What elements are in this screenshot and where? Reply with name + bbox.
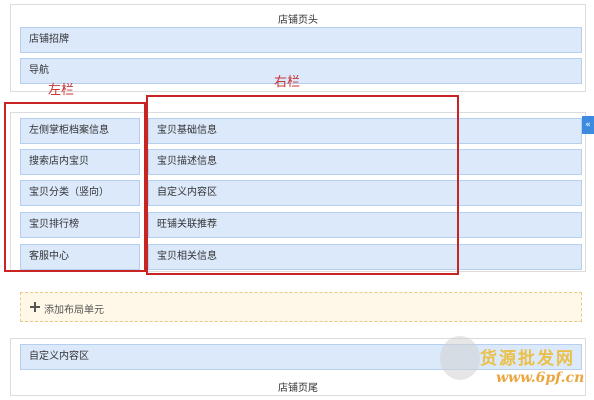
watermark-logo-icon <box>440 336 480 380</box>
watermark-text: 货源批发网 <box>480 349 575 369</box>
shop-signboard-block[interactable]: 店铺招牌 <box>20 27 582 53</box>
right-column-highlight <box>146 95 459 275</box>
navigation-block[interactable]: 导航 <box>20 58 582 84</box>
left-column-annotation: 左栏 <box>48 83 75 98</box>
add-layout-unit-label: 添加布局单元 <box>44 305 104 316</box>
right-column-annotation: 右栏 <box>274 75 301 90</box>
add-layout-unit-button[interactable] <box>20 292 582 322</box>
plus-icon <box>30 302 40 312</box>
watermark-url: www.6pf.cn <box>496 370 585 386</box>
left-column-highlight <box>4 102 146 272</box>
shop-header-title: 店铺页头 <box>278 15 318 26</box>
collapse-arrow-icon[interactable]: « <box>582 116 594 134</box>
